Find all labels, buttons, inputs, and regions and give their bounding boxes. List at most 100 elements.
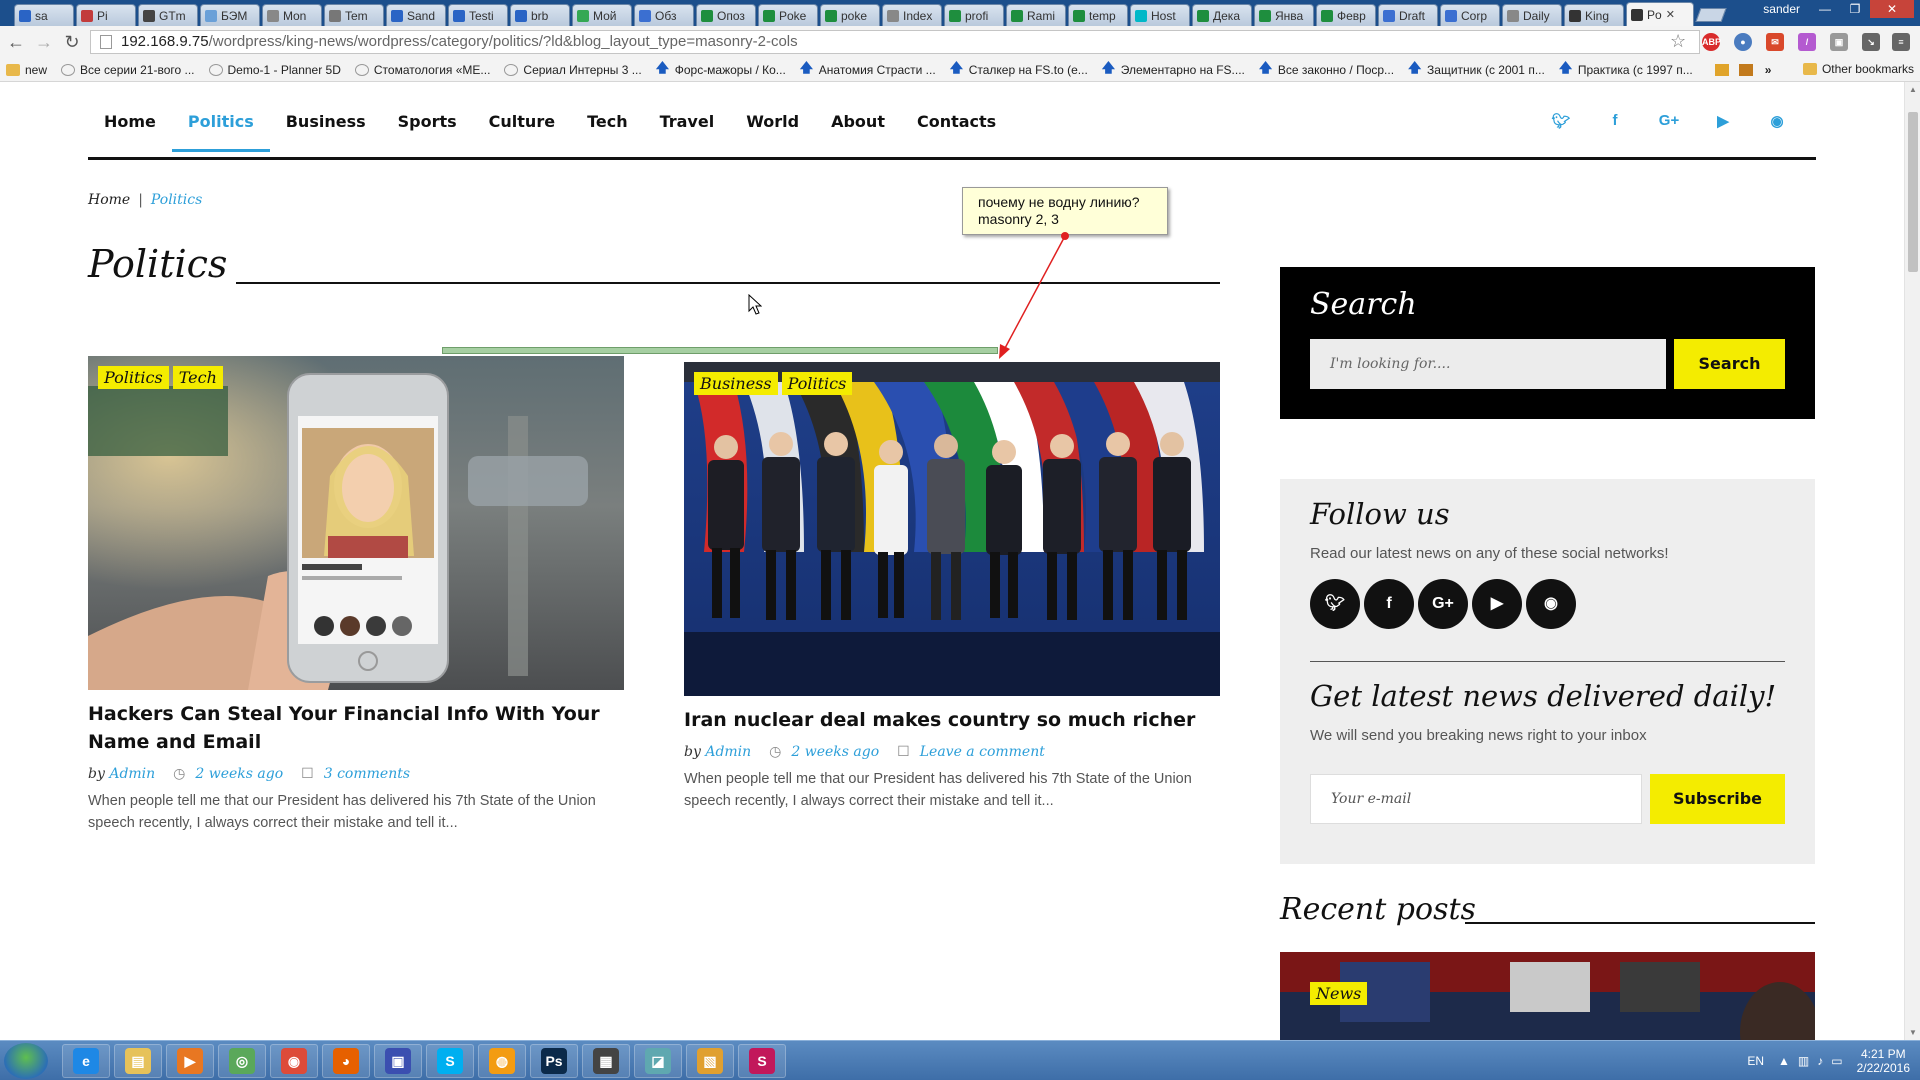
profile-user[interactable]: sander	[1763, 2, 1800, 16]
breadcrumb-home[interactable]: Home	[88, 192, 130, 208]
browser-tab[interactable]: Янва	[1254, 4, 1314, 26]
browser-tab[interactable]: Мой	[572, 4, 632, 26]
page-scrollbar[interactable]: ▲ ▼	[1904, 82, 1920, 1040]
post-image[interactable]: Business Politics	[684, 362, 1220, 696]
bookmark-item[interactable]: 🡅 Анатомия Страсти ...	[800, 59, 936, 81]
taskbar-app[interactable]: ▤	[114, 1044, 162, 1078]
category-tag[interactable]: Tech	[172, 366, 223, 389]
language-indicator[interactable]: EN	[1747, 1054, 1764, 1068]
browser-tab[interactable]: Опоз	[696, 4, 756, 26]
bookmark-item[interactable]: 🡅 Элементарно на FS....	[1102, 59, 1245, 81]
subscribe-button[interactable]: Subscribe	[1650, 774, 1785, 824]
taskbar-app[interactable]: ◎	[218, 1044, 266, 1078]
other-bookmarks[interactable]: Other bookmarks	[1802, 62, 1914, 76]
tray-arrow-icon[interactable]: ▲	[1778, 1054, 1790, 1068]
annotation-note[interactable]: почему не водну линию? masonry 2, 3	[962, 187, 1168, 235]
browser-tab[interactable]: Host	[1130, 4, 1190, 26]
post-date[interactable]: 2 weeks ago	[195, 766, 283, 782]
recent-post-image[interactable]: News	[1280, 952, 1815, 1040]
google-plus-icon[interactable]: G+	[1642, 112, 1696, 130]
menu-item-sports[interactable]: Sports	[398, 112, 457, 131]
scroll-up-icon[interactable]: ▲	[1909, 85, 1917, 94]
bookmark-item[interactable]: new	[6, 63, 47, 77]
email-field[interactable]: Your e-mail	[1310, 774, 1642, 824]
post-title[interactable]: Hackers Can Steal Your Financial Info Wi…	[88, 700, 624, 756]
rss-icon[interactable]: ◉	[1750, 112, 1804, 130]
taskbar-app[interactable]: ◪	[634, 1044, 682, 1078]
bookmark-item[interactable]: 🡅 Сталкер на FS.to (е...	[950, 59, 1088, 81]
taskbar-app[interactable]: e	[62, 1044, 110, 1078]
bookmark-item[interactable]: 🡅 Практика (с 1997 п...	[1559, 59, 1693, 81]
start-button[interactable]	[4, 1043, 48, 1079]
bookmark-item[interactable]: Сериал Интерны 3 ...	[504, 63, 642, 77]
taskbar-app[interactable]: S	[426, 1044, 474, 1078]
bookmark-extra-icon-2[interactable]	[1738, 63, 1753, 76]
bookmark-item[interactable]: Demo-1 - Planner 5D	[208, 63, 341, 77]
post-comments[interactable]: Leave a comment	[920, 744, 1045, 760]
browser-tab[interactable]: King	[1564, 4, 1624, 26]
browser-tab[interactable]: temp	[1068, 4, 1128, 26]
taskbar-app[interactable]: S	[738, 1044, 786, 1078]
browser-tab[interactable]: GTm	[138, 4, 198, 26]
menu-item-home[interactable]: Home	[104, 112, 156, 131]
extension-resize-icon[interactable]: ↘	[1862, 33, 1880, 51]
post-image[interactable]: Politics Tech	[88, 356, 624, 690]
browser-tab[interactable]: Обз	[634, 4, 694, 26]
reload-icon[interactable]: ↻	[60, 32, 84, 53]
bookmark-item[interactable]: Стоматология «МЕ...	[354, 63, 490, 77]
browser-tab[interactable]: БЭМ	[200, 4, 260, 26]
menu-icon[interactable]: ≡	[1892, 33, 1910, 51]
post-date[interactable]: 2 weeks ago	[791, 744, 879, 760]
post-comments[interactable]: 3 comments	[324, 766, 410, 782]
clock[interactable]: 4:21 PM 2/22/2016	[1857, 1047, 1910, 1075]
category-tag[interactable]: Politics	[98, 366, 169, 389]
twitter-icon[interactable]: 🐦︎	[1534, 112, 1588, 130]
bookmark-item[interactable]: 🡅 Все законно / Поср...	[1259, 59, 1394, 81]
browser-tab-active[interactable]: Po ✕	[1626, 2, 1694, 26]
maximize-icon[interactable]: ❐	[1840, 0, 1870, 18]
bookmark-item[interactable]: 🡅 Защитник (с 2001 п...	[1408, 59, 1545, 81]
browser-tab[interactable]: Дека	[1192, 4, 1252, 26]
menu-item-travel[interactable]: Travel	[660, 112, 715, 131]
browser-tab[interactable]: Tem	[324, 4, 384, 26]
rss-icon[interactable]: ◉	[1526, 579, 1576, 629]
minimize-icon[interactable]: —	[1810, 0, 1840, 18]
taskbar-app[interactable]: ◍	[478, 1044, 526, 1078]
search-input[interactable]: I'm looking for....	[1310, 339, 1666, 389]
recent-post-tag[interactable]: News	[1310, 982, 1368, 1005]
bookmark-item[interactable]: 🡅 Форс-мажоры / Ко...	[656, 59, 786, 81]
browser-tab[interactable]: poke	[820, 4, 880, 26]
google-plus-icon[interactable]: G+	[1418, 579, 1468, 629]
taskbar-app[interactable]: ▣	[374, 1044, 422, 1078]
category-tag[interactable]: Politics	[781, 372, 853, 395]
post-author[interactable]: Admin	[109, 766, 155, 782]
menu-item-about[interactable]: About	[831, 112, 885, 131]
menu-item-culture[interactable]: Culture	[489, 112, 555, 131]
scroll-down-icon[interactable]: ▼	[1909, 1028, 1917, 1037]
address-bar[interactable]: 192.168.9.75/wordpress/king-news/wordpre…	[90, 30, 1700, 54]
menu-item-contacts[interactable]: Contacts	[917, 112, 996, 131]
browser-tab[interactable]: brb	[510, 4, 570, 26]
tab-close-icon[interactable]: ✕	[1666, 8, 1675, 21]
bookmark-star-icon[interactable]: ☆	[1670, 31, 1686, 52]
network-tray-icon[interactable]: ▥	[1798, 1054, 1809, 1068]
taskbar-app[interactable]: ▶	[166, 1044, 214, 1078]
scrollbar-thumb[interactable]	[1908, 112, 1918, 272]
extension-gray-icon[interactable]: ▣	[1830, 33, 1848, 51]
browser-tab[interactable]: profi	[944, 4, 1004, 26]
post-title[interactable]: Iran nuclear deal makes country so much …	[684, 706, 1220, 734]
search-button[interactable]: Search	[1674, 339, 1785, 389]
browser-tab[interactable]: Sand	[386, 4, 446, 26]
browser-tab[interactable]: Index	[882, 4, 942, 26]
close-window-icon[interactable]: ✕	[1870, 0, 1914, 18]
post-author[interactable]: Admin	[705, 744, 751, 760]
youtube-icon[interactable]: ▶	[1472, 579, 1522, 629]
menu-item-politics[interactable]: Politics	[171, 112, 270, 152]
bookmarks-more-icon[interactable]: »	[1765, 63, 1772, 77]
browser-tab[interactable]: Rami	[1006, 4, 1066, 26]
new-tab-button[interactable]	[1695, 8, 1727, 22]
youtube-icon[interactable]: ▶	[1696, 112, 1750, 130]
category-tag[interactable]: Business	[694, 372, 778, 395]
extension-mail-icon[interactable]: ✉	[1766, 33, 1784, 51]
browser-tab[interactable]: Poke	[758, 4, 818, 26]
